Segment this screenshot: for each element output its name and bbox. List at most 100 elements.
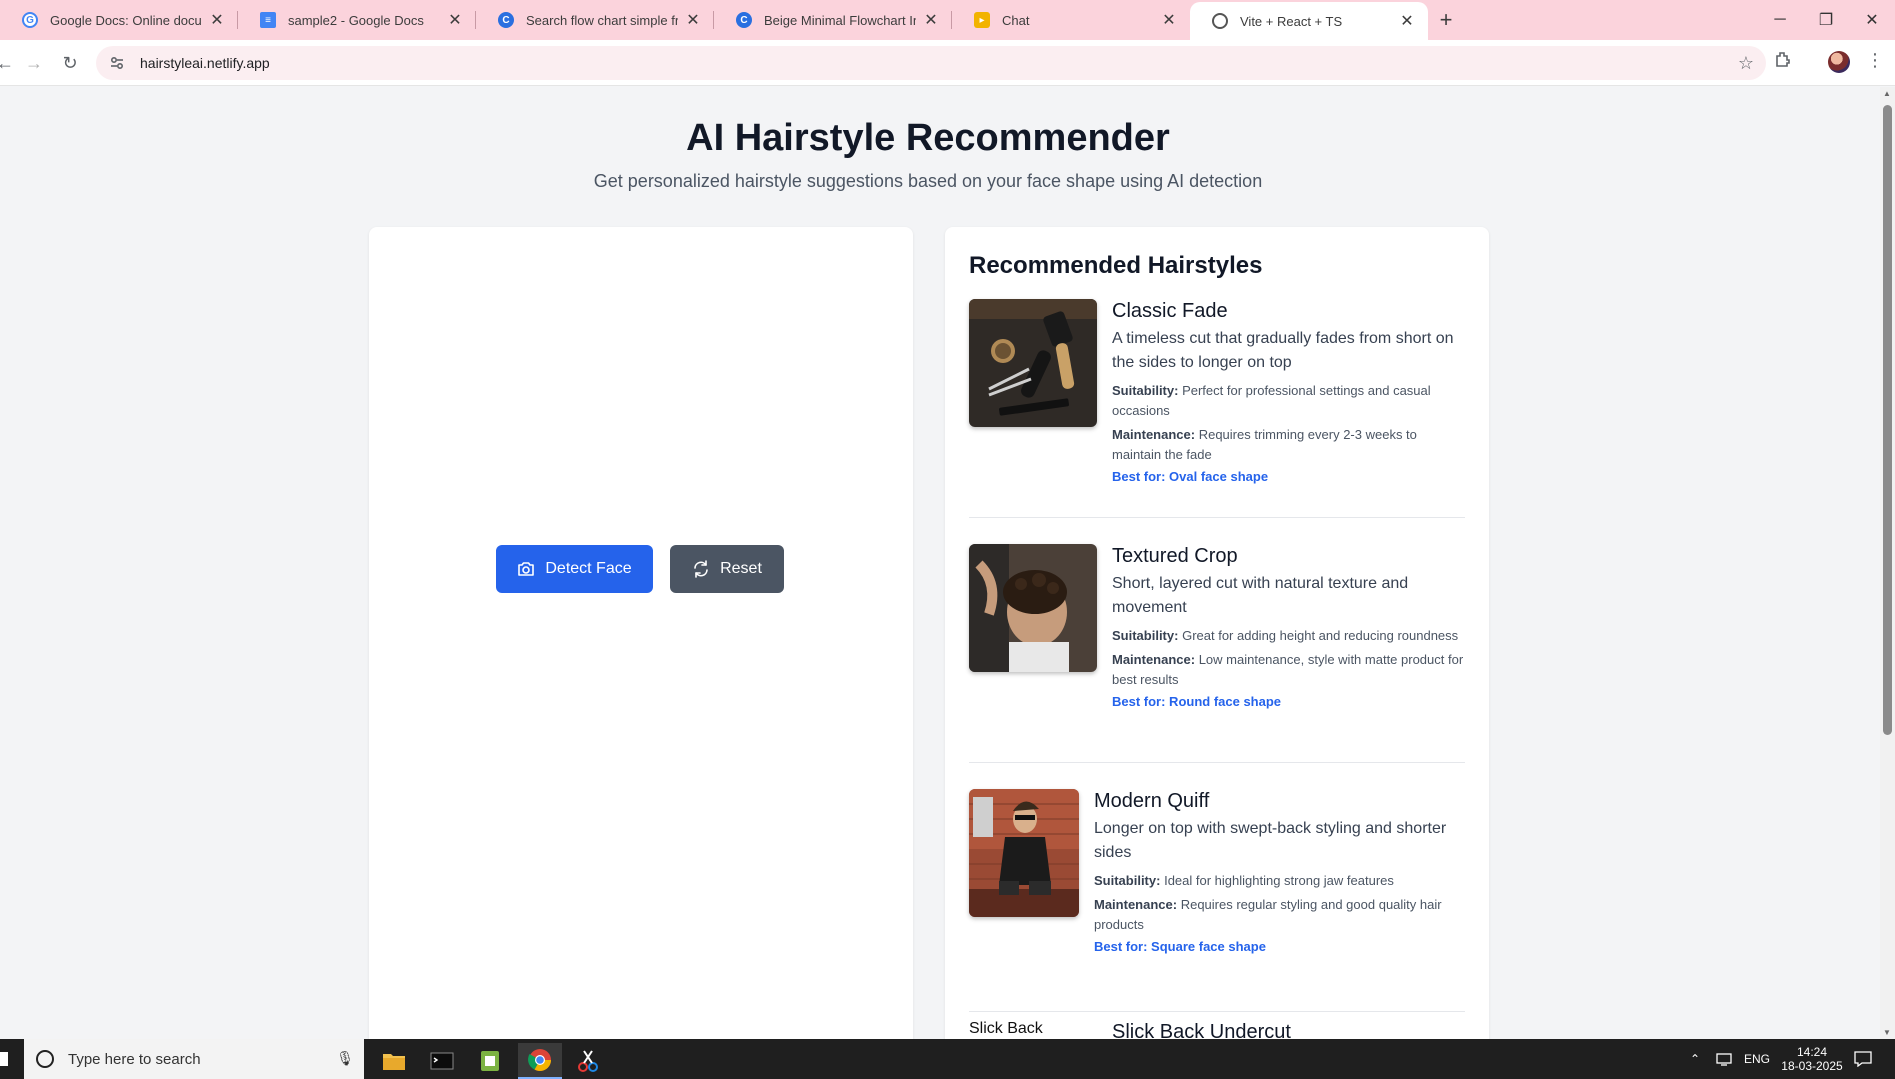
restore-button[interactable]: ❐ (1803, 0, 1849, 40)
tab-sample2-docs[interactable]: ≡ sample2 - Google Docs ✕ (238, 0, 476, 40)
snipping-tool-icon[interactable] (566, 1043, 610, 1079)
google-icon: G (22, 12, 38, 28)
menu-icon[interactable]: ⋮ (1866, 50, 1884, 71)
site-settings-icon[interactable] (102, 55, 132, 71)
hairstyle-image (969, 789, 1079, 917)
file-explorer-icon[interactable] (372, 1043, 416, 1079)
docs-icon: ≡ (260, 12, 276, 28)
forward-icon[interactable]: → (19, 48, 49, 78)
page-scrollbar[interactable]: ▲ ▼ (1880, 87, 1895, 1039)
recommendations-panel: Recommended Hairstyles Classic Fade A ti… (945, 227, 1489, 1039)
detect-face-button[interactable]: Detect Face (496, 545, 653, 593)
language-indicator[interactable]: ENG (1744, 1039, 1770, 1079)
hairstyle-card-classic-fade: Classic Fade A timeless cut that gradual… (969, 299, 1465, 518)
close-icon[interactable]: ✕ (446, 10, 464, 30)
globe-icon (1212, 13, 1228, 29)
hairstyle-details: Classic Fade A timeless cut that gradual… (1112, 299, 1465, 484)
microphone-icon[interactable]: 🎙 (336, 1050, 354, 1067)
tab-search-flow-chart[interactable]: C Search flow chart simple free - C ✕ (476, 0, 714, 40)
clock-date: 18-03-2025 (1781, 1059, 1843, 1073)
clock-time: 14:24 (1796, 1045, 1828, 1059)
suitability-text: Suitability: Perfect for professional se… (1112, 381, 1465, 421)
best-for-text: Best for: Oval face shape (1112, 469, 1269, 484)
close-icon[interactable]: ✕ (684, 10, 702, 30)
hairstyle-image (969, 299, 1097, 427)
search-icon (36, 1050, 54, 1068)
notifications-icon[interactable] (1854, 1039, 1872, 1079)
tab-title: Vite + React + TS (1240, 13, 1343, 29)
maintenance-text: Maintenance: Requires trimming every 2-3… (1112, 425, 1465, 465)
address-bar[interactable]: hairstyleai.netlify.app ☆ (96, 46, 1766, 80)
tab-google-docs-online[interactable]: G Google Docs: Online document ✕ (0, 0, 238, 40)
hairstyle-image (969, 544, 1097, 672)
reload-icon[interactable]: ↻ (55, 48, 85, 78)
close-window-button[interactable]: ✕ (1849, 0, 1895, 40)
maintenance-text: Maintenance: Requires regular styling an… (1094, 895, 1465, 935)
close-icon[interactable]: ✕ (1160, 10, 1178, 30)
refresh-icon (694, 560, 708, 578)
suitability-value: Great for adding height and reducing rou… (1182, 628, 1459, 643)
new-tab-button[interactable]: + (1428, 0, 1464, 40)
suitability-text: Suitability: Great for adding height and… (1112, 626, 1465, 646)
taskbar-search-placeholder: Type here to search (68, 1050, 201, 1068)
profile-avatar[interactable] (1828, 51, 1850, 73)
chrome-icon[interactable] (518, 1043, 562, 1079)
tab-title: sample2 - Google Docs (288, 12, 424, 28)
start-button[interactable] (0, 1052, 8, 1066)
scroll-up-icon[interactable]: ▲ (1883, 89, 1891, 98)
maintenance-label: Maintenance: (1112, 427, 1196, 442)
suitability-label: Suitability: (1094, 873, 1161, 888)
tab-title: Search flow chart simple free - C (526, 12, 678, 28)
tab-vite-react-ts[interactable]: Vite + React + TS ✕ (1190, 2, 1428, 40)
network-icon[interactable] (1716, 1039, 1734, 1079)
tab-title: Google Docs: Online document (50, 12, 202, 28)
hairstyle-description: A timeless cut that gradually fades from… (1112, 330, 1454, 371)
suitability-label: Suitability: (1112, 628, 1179, 643)
page-viewport: AI Hairstyle Recommender Get personalize… (0, 87, 1880, 1039)
bookmark-star-icon[interactable]: ☆ (1738, 53, 1754, 74)
suitability-label: Suitability: (1112, 383, 1179, 398)
scroll-down-icon[interactable]: ▼ (1883, 1028, 1891, 1037)
hairstyle-details: Textured Crop Short, layered cut with na… (1112, 544, 1465, 709)
hairstyle-description: Short, layered cut with natural texture … (1112, 575, 1409, 616)
hairstyle-name: Classic Fade (1112, 300, 1228, 322)
tray-chevron-icon[interactable]: ⌃ (1690, 1039, 1700, 1079)
tab-beige-flowchart[interactable]: C Beige Minimal Flowchart Infogr ✕ (714, 0, 952, 40)
recommendations-heading: Recommended Hairstyles (969, 252, 1263, 279)
page-subtitle: Get personalized hairstyle suggestions b… (593, 171, 1263, 191)
maintenance-text: Maintenance: Low maintenance, style with… (1112, 650, 1465, 690)
url-text[interactable]: hairstyleai.netlify.app (140, 55, 270, 71)
back-icon[interactable]: ← (0, 48, 20, 78)
canva-icon: C (498, 12, 514, 28)
reset-button[interactable]: Reset (670, 545, 784, 593)
hairstyle-details: Slick Back Undercut (1112, 1020, 1465, 1039)
spreadsheet-icon[interactable] (468, 1043, 512, 1079)
best-for-text: Best for: Round face shape (1112, 694, 1282, 709)
tab-title: Chat (1002, 12, 1030, 28)
canva-icon: C (736, 12, 752, 28)
maintenance-label: Maintenance: (1112, 652, 1196, 667)
close-icon[interactable]: ✕ (1398, 11, 1416, 31)
clock[interactable]: 14:24 18-03-2025 (1781, 1039, 1843, 1079)
minimize-button[interactable]: ─ (1757, 0, 1803, 40)
taskbar-search[interactable]: Type here to search 🎙 (24, 1039, 364, 1079)
close-icon[interactable]: ✕ (922, 10, 940, 30)
tab-chat[interactable]: ▸ Chat ✕ (952, 0, 1190, 40)
hairstyle-name: Modern Quiff (1094, 790, 1210, 812)
terminal-icon[interactable] (420, 1043, 464, 1079)
hairstyle-details: Modern Quiff Longer on top with swept-ba… (1094, 789, 1465, 954)
hairstyle-card-textured-crop: Textured Crop Short, layered cut with na… (969, 544, 1465, 763)
hairstyle-name: Slick Back Undercut (1112, 1021, 1291, 1039)
broken-image-alt: Slick Back (969, 1020, 1043, 1037)
reset-label: Reset (720, 560, 762, 577)
scrollbar-thumb[interactable] (1883, 105, 1892, 735)
hairstyle-description: Longer on top with swept-back styling an… (1094, 820, 1447, 861)
hairstyle-name: Textured Crop (1112, 545, 1238, 567)
extensions-icon[interactable] (1774, 50, 1792, 73)
close-icon[interactable]: ✕ (208, 10, 226, 30)
browser-toolbar: ← → ↻ hairstyleai.netlify.app ☆ ⋮ (0, 40, 1895, 86)
camera-panel: Detect Face Reset (369, 227, 913, 1039)
suitability-text: Suitability: Ideal for highlighting stro… (1094, 871, 1465, 891)
tab-strip: G Google Docs: Online document ✕ ≡ sampl… (0, 0, 1895, 40)
tab-title: Beige Minimal Flowchart Infogr (764, 12, 916, 28)
